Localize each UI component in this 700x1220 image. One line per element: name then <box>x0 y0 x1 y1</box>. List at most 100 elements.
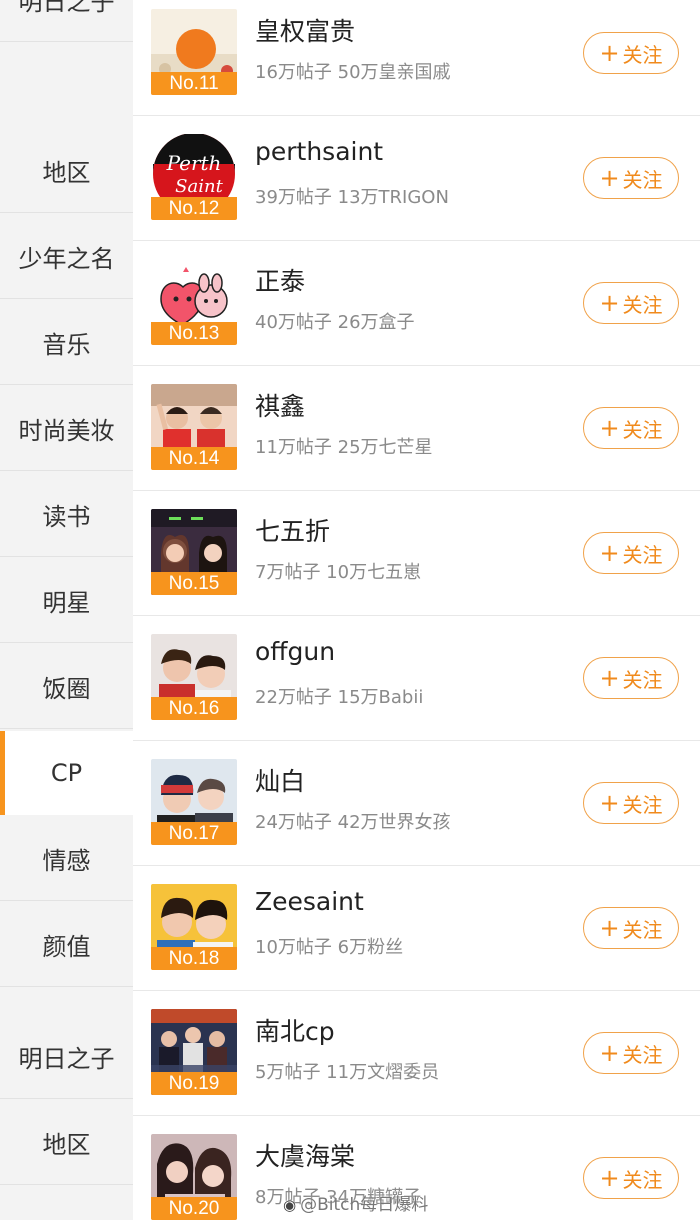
topic-title: Zeesaint <box>255 887 364 916</box>
topic-stats: 40万帖子 26万盒子 <box>255 312 415 333</box>
follow-button[interactable]: + 关注 <box>583 1032 679 1074</box>
topic-stats: 11万帖子 25万七芒星 <box>255 437 433 458</box>
topic-thumbnail: No.17 <box>151 759 237 845</box>
logo-text: Perth <box>166 151 222 175</box>
rank-badge: No.18 <box>151 947 237 970</box>
list-item[interactable]: No.16 offgun 22万帖子 15万Babii + 关注 <box>133 617 700 741</box>
sidebar-item-label: CP <box>50 759 83 787</box>
sidebar-item-stars[interactable]: 明星 <box>0 559 133 643</box>
sidebar-item-label: 读书 <box>42 503 91 531</box>
follow-button[interactable]: + 关注 <box>583 1157 679 1199</box>
sidebar-item-shaonianzhiming[interactable]: 少年之名 <box>0 215 133 299</box>
topic-list: No.11 皇权富贵 16万帖子 50万皇亲国戚 + 关注 Perth Saint… <box>133 0 700 1220</box>
sidebar-item-label: 情感 <box>42 847 91 875</box>
topic-thumbnail: No.15 <box>151 509 237 595</box>
sidebar-item-label: 地区 <box>42 1131 91 1159</box>
sidebar-item-mingrizhizi[interactable]: 明日之子 <box>0 0 133 42</box>
list-item[interactable]: Perth Saint No.12 perthsaint 39万帖子 13万TR… <box>133 117 700 241</box>
topic-thumbnail: No.20 <box>151 1134 237 1220</box>
rank-badge: No.11 <box>151 72 237 95</box>
follow-button[interactable]: + 关注 <box>583 907 679 949</box>
topic-title: 正泰 <box>255 267 306 296</box>
follow-button[interactable]: + 关注 <box>583 282 679 324</box>
topic-title: 大虞海棠 <box>255 1142 356 1171</box>
weibo-icon: ◉ <box>283 1196 297 1214</box>
rank-badge: No.19 <box>151 1072 237 1095</box>
topic-stats: 24万帖子 42万世界女孩 <box>255 812 451 833</box>
topic-title: 皇权富贵 <box>255 17 356 46</box>
topic-stats: 16万帖子 50万皇亲国戚 <box>255 62 451 83</box>
sidebar-item-music[interactable]: 音乐 <box>0 301 133 385</box>
sidebar-item-cp[interactable]: CP <box>0 731 133 815</box>
plus-icon: + <box>599 914 620 942</box>
topic-stats: 22万帖子 15万Babii <box>255 687 424 708</box>
rank-badge: No.12 <box>151 197 237 220</box>
list-item[interactable]: No.15 七五折 7万帖子 10万七五崽 + 关注 <box>133 492 700 616</box>
follow-button[interactable]: + 关注 <box>583 407 679 449</box>
topic-stats: 7万帖子 10万七五崽 <box>255 562 422 583</box>
plus-icon: + <box>599 1039 620 1067</box>
topic-title: perthsaint <box>255 137 384 166</box>
plus-icon: + <box>599 1164 620 1192</box>
follow-button[interactable]: + 关注 <box>583 657 679 699</box>
sidebar-item-mingrizhizi-2[interactable]: 明日之子 <box>0 1015 133 1099</box>
topic-stats: 5万帖子 11万文熠委员 <box>255 1062 440 1083</box>
sidebar-item-fashion-beauty[interactable]: 时尚美妆 <box>0 387 133 471</box>
topic-thumbnail: No.18 <box>151 884 237 970</box>
follow-button[interactable]: + 关注 <box>583 32 679 74</box>
plus-icon: + <box>599 789 620 817</box>
rank-badge: No.15 <box>151 572 237 595</box>
sidebar-item-looks[interactable]: 颜值 <box>0 903 133 987</box>
follow-button[interactable]: + 关注 <box>583 782 679 824</box>
list-item[interactable]: No.17 灿白 24万帖子 42万世界女孩 + 关注 <box>133 742 700 866</box>
sidebar-item-label: 明日之子 <box>18 1045 115 1073</box>
rank-badge: No.20 <box>151 1197 237 1220</box>
logo-text: Saint <box>175 176 223 197</box>
topic-thumbnail: No.14 <box>151 384 237 470</box>
sidebar-item-reading[interactable]: 读书 <box>0 473 133 557</box>
sidebar-item-fandom[interactable]: 饭圈 <box>0 645 133 729</box>
topic-stats: 10万帖子 6万粉丝 <box>255 937 404 958</box>
follow-button[interactable]: + 关注 <box>583 532 679 574</box>
topic-stats: 39万帖子 13万TRIGON <box>255 187 449 208</box>
sidebar-item-label: 颜值 <box>42 933 91 961</box>
sidebar-item-emotion[interactable]: 情感 <box>0 817 133 901</box>
rank-badge: No.14 <box>151 447 237 470</box>
sidebar-item-label: 音乐 <box>42 331 91 359</box>
plus-icon: + <box>599 289 620 317</box>
topic-thumbnail: Perth Saint No.12 <box>151 134 237 220</box>
list-item[interactable]: No.13 正泰 40万帖子 26万盒子 + 关注 <box>133 242 700 366</box>
topic-title: offgun <box>255 637 336 666</box>
topic-thumbnail: No.11 <box>151 9 237 95</box>
topic-thumbnail: No.16 <box>151 634 237 720</box>
plus-icon: + <box>599 39 620 67</box>
watermark: ◉ @Bitch每日爆料 <box>283 1195 429 1215</box>
plus-icon: + <box>599 414 620 442</box>
sidebar-item-label: 地区 <box>42 159 91 187</box>
plus-icon: + <box>599 539 620 567</box>
plus-icon: + <box>599 164 620 192</box>
follow-button[interactable]: + 关注 <box>583 157 679 199</box>
sidebar-item-label: 饭圈 <box>42 675 91 703</box>
list-item[interactable]: No.11 皇权富贵 16万帖子 50万皇亲国戚 + 关注 <box>133 0 700 116</box>
sidebar-item-region[interactable]: 地区 <box>0 129 133 213</box>
plus-icon: + <box>599 664 620 692</box>
rank-badge: No.16 <box>151 697 237 720</box>
topic-title: 祺鑫 <box>255 392 306 421</box>
sidebar-item-label: 少年之名 <box>18 245 115 273</box>
category-sidebar: 明日之子 地区 少年之名 音乐 时尚美妆 读书 明星 饭圈 CP 情感 颜值 明… <box>0 0 133 1220</box>
topic-thumbnail: No.13 <box>151 259 237 345</box>
sidebar-item-label: 时尚美妆 <box>18 417 115 445</box>
sidebar-item-label: 明星 <box>42 589 91 617</box>
rank-badge: No.17 <box>151 822 237 845</box>
list-item[interactable]: No.18 Zeesaint 10万帖子 6万粉丝 + 关注 <box>133 867 700 991</box>
topic-thumbnail: No.19 <box>151 1009 237 1095</box>
rank-badge: No.13 <box>151 322 237 345</box>
list-item[interactable]: No.19 南北cp 5万帖子 11万文熠委员 + 关注 <box>133 992 700 1116</box>
sidebar-item-label: 明日之子 <box>18 0 115 16</box>
topic-title: 灿白 <box>255 767 306 796</box>
topic-title: 七五折 <box>255 517 331 546</box>
topic-title: 南北cp <box>255 1017 335 1046</box>
sidebar-item-region-2[interactable]: 地区 <box>0 1101 133 1185</box>
list-item[interactable]: No.14 祺鑫 11万帖子 25万七芒星 + 关注 <box>133 367 700 491</box>
